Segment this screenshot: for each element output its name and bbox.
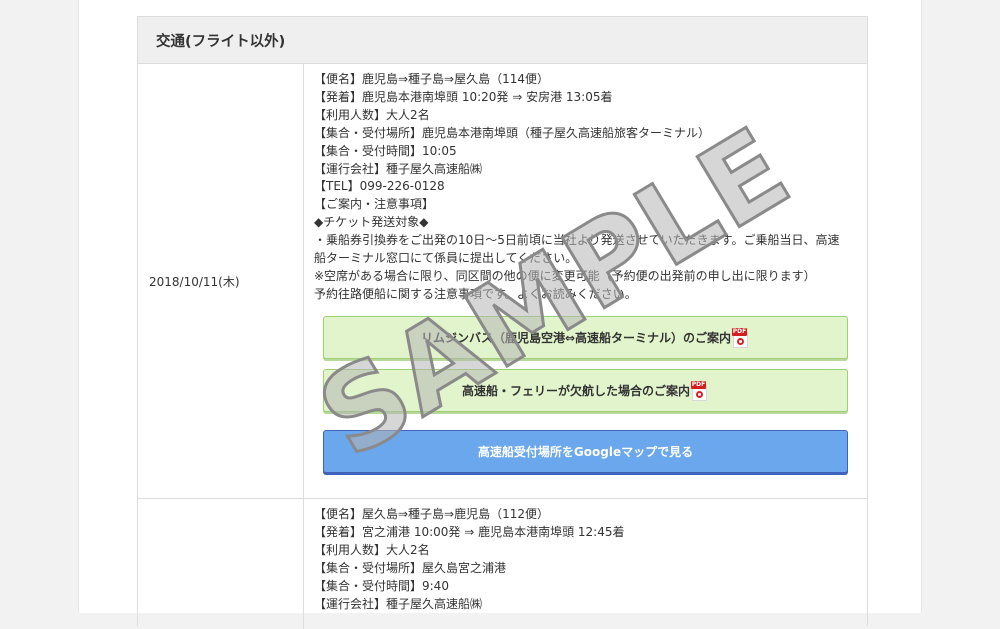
notice-line: 予約往路便船に関する注意事項です。よくお読みください。 — [314, 286, 637, 301]
notice-line: ※空席がある場合に限り、同区間の他の便に変更可能（予約便の出発前の申し出に限りま… — [314, 268, 816, 283]
notice-line: ・乗船券引換券をご出発の10日～5日前頃に当社より発送させていただきます。ご乗船… — [314, 233, 840, 248]
transport-section: 交通(フライト以外) 2018/10/11(木) 【便名】鹿児島⇒種子島⇒屋久島… — [137, 16, 868, 629]
section-header: 交通(フライト以外) — [138, 17, 867, 64]
flight-name-line: 【便名】屋久島⇒種子島⇒鹿児島（112便） — [314, 507, 550, 521]
passengers-line: 【利用人数】大人2名 — [314, 542, 430, 557]
notes-heading-line: 【ご案内・注意事項】 — [314, 197, 435, 212]
pdf-icon: PDF — [732, 327, 750, 348]
limousine-bus-info-button[interactable]: リムジンバス（鹿児島空港⇔高速船ターミナル）のご案内 PDF — [323, 316, 848, 359]
date-cell — [138, 499, 304, 629]
pdf-icon: PDF — [691, 380, 709, 401]
date-label: 2018/10/11(木) — [149, 274, 240, 289]
google-map-button[interactable]: 高速船受付場所をGoogleマップで見る — [323, 430, 848, 473]
pdf-icon-label: PDF — [732, 327, 748, 336]
google-map-label: 高速船受付場所をGoogleマップで見る — [477, 445, 694, 459]
pdf-icon-label: PDF — [691, 380, 706, 389]
operator-line: 【運行会社】種子屋久高速船㈱ — [314, 161, 483, 176]
flight-name-line: 【便名】鹿児島⇒種子島⇒屋久島（114便） — [314, 72, 550, 86]
limousine-bus-info-label: リムジンバス（鹿児島空港⇔高速船ターミナル）のご案内 — [420, 331, 732, 345]
cancellation-info-button[interactable]: 高速船・フェリーが欠航した場合のご案内 PDF — [323, 369, 848, 412]
meeting-place-line: 【集合・受付場所】屋久島宮之浦港 — [314, 560, 507, 575]
page-container: 交通(フライト以外) 2018/10/11(木) 【便名】鹿児島⇒種子島⇒屋久島… — [78, 0, 922, 629]
detail-cell: 【便名】屋久島⇒種子島⇒鹿児島（112便） 【発着】宮之浦港 10:00発 ⇒ … — [304, 499, 867, 629]
meeting-time-line: 【集合・受付時間】10:05 — [314, 143, 457, 158]
operator-line: 【運行会社】種子屋久高速船㈱ — [314, 596, 483, 611]
date-cell: 2018/10/11(木) — [138, 64, 304, 498]
departure-arrival-line: 【発着】鹿児島本港南埠頭 10:20発 ⇒ 安房港 13:05着 — [314, 89, 613, 104]
meeting-place-line: 【集合・受付場所】鹿児島本港南埠頭（種子屋久高速船旅客ターミナル） — [314, 125, 711, 140]
ticket-shipping-line: ◆チケット発送対象◆ — [314, 215, 429, 230]
section-title: 交通(フライト以外) — [156, 33, 286, 50]
detail-cell: 【便名】鹿児島⇒種子島⇒屋久島（114便） 【発着】鹿児島本港南埠頭 10:20… — [304, 64, 867, 498]
passengers-line: 【利用人数】大人2名 — [314, 107, 430, 122]
table-row: 【便名】屋久島⇒種子島⇒鹿児島（112便） 【発着】宮之浦港 10:00発 ⇒ … — [138, 499, 867, 629]
cancellation-info-label: 高速船・フェリーが欠航した場合のご案内 — [461, 384, 690, 398]
table-row: 2018/10/11(木) 【便名】鹿児島⇒種子島⇒屋久島（114便） 【発着】… — [138, 64, 867, 499]
meeting-time-line: 【集合・受付時間】9:40 — [314, 578, 449, 593]
departure-arrival-line: 【発着】宮之浦港 10:00発 ⇒ 鹿児島本港南埠頭 12:45着 — [314, 524, 625, 539]
tel-line: 【TEL】099-226-0128 — [314, 179, 445, 194]
notice-line: 船ターミナル窓口にて係員に提出してください。 — [314, 251, 578, 266]
